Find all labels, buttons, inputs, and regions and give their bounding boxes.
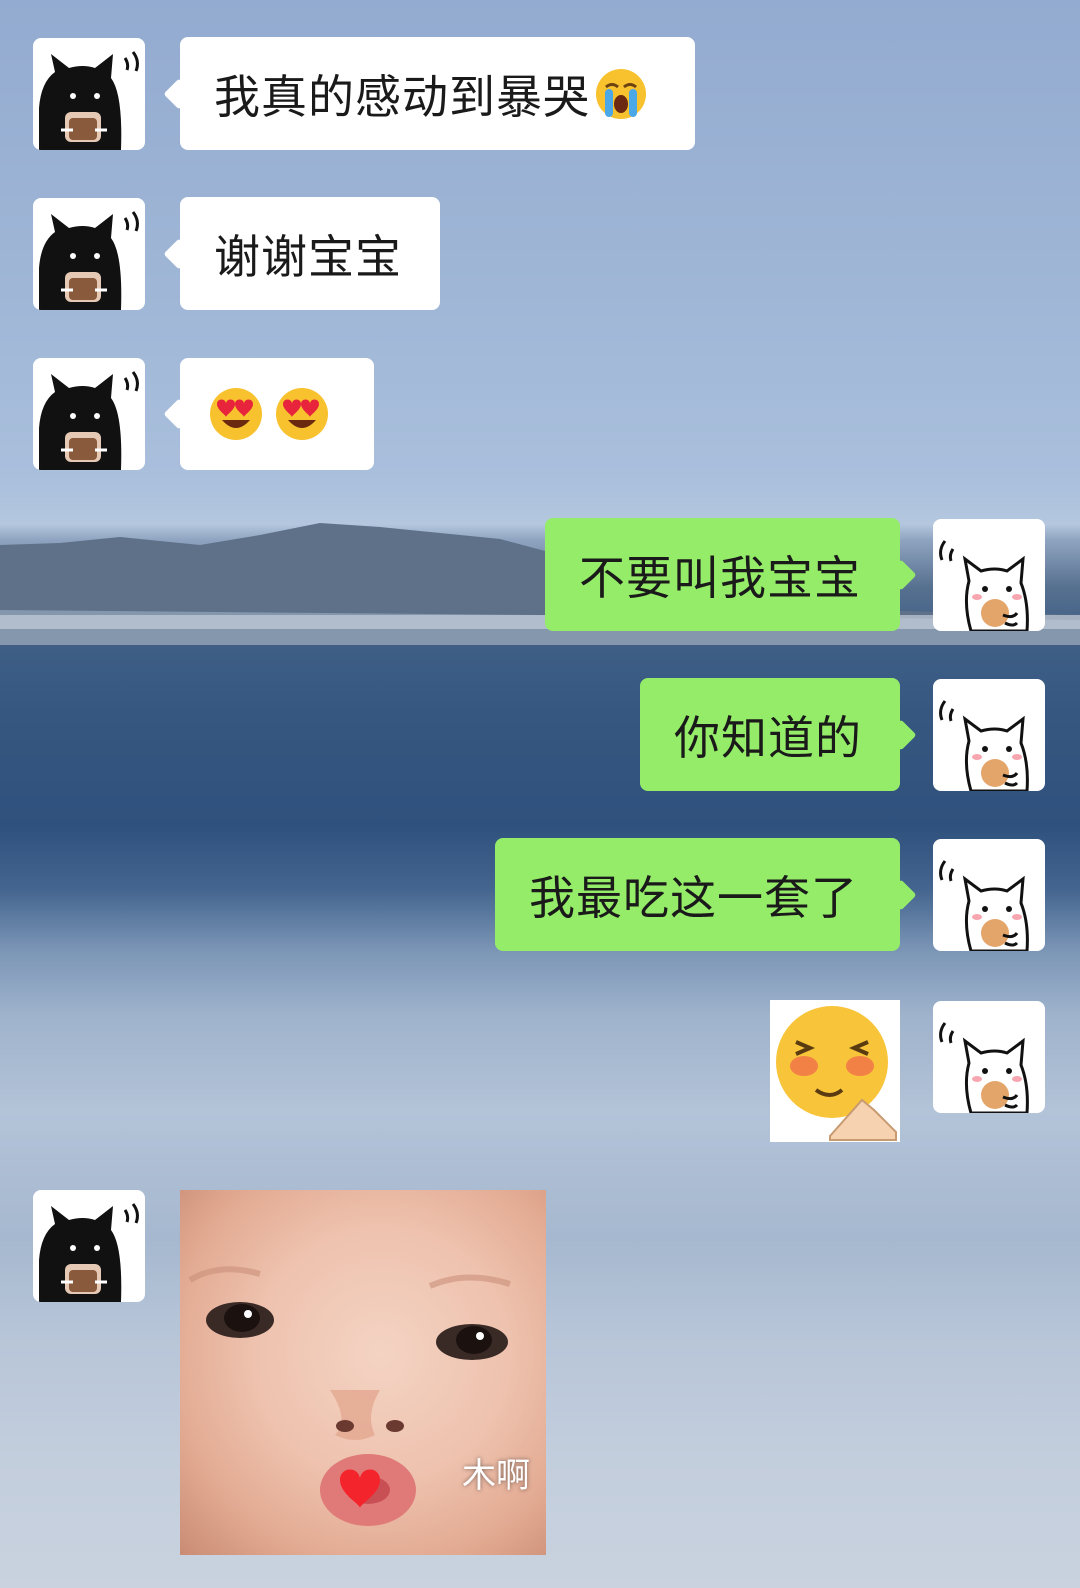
- black-cat-with-cup-avatar-icon: [39, 1203, 139, 1302]
- message-text: 我真的感动到暴哭: [214, 69, 590, 124]
- message-text: 你知道的: [674, 710, 862, 765]
- message-text: 我最吃这一套了: [529, 870, 858, 925]
- white-cat-with-cookie-avatar-icon: [939, 540, 1029, 631]
- avatar-self[interactable]: [933, 679, 1045, 791]
- message-bubble[interactable]: 我真的感动到暴哭: [180, 37, 695, 150]
- message-bubble-outgoing[interactable]: 你知道的: [640, 678, 900, 791]
- shy-blushing-face-sticker[interactable]: [770, 1000, 900, 1142]
- message-text: 谢谢宝宝: [214, 229, 402, 284]
- white-cat-with-cookie-avatar-icon: [939, 860, 1029, 951]
- emoji-message-bubble[interactable]: [180, 358, 374, 470]
- black-cat-with-cup-avatar-icon: [39, 371, 139, 470]
- black-cat-with-cup-avatar-icon: [39, 51, 139, 150]
- avatar-contact[interactable]: [33, 38, 145, 150]
- image-caption: 木啊: [462, 1456, 530, 1496]
- baby-face-photo: [188, 1266, 511, 1526]
- avatar-self[interactable]: [933, 1001, 1045, 1113]
- background-hills: [0, 523, 1080, 645]
- white-cat-with-cookie-avatar-icon: [939, 1022, 1029, 1113]
- smiling-face-with-heart-eyes-icon: [276, 388, 328, 440]
- message-bubble-outgoing[interactable]: 我最吃这一套了: [495, 838, 900, 951]
- loudly-crying-face-icon: [596, 68, 646, 119]
- avatar-self[interactable]: [933, 839, 1045, 951]
- avatar-contact[interactable]: [33, 358, 145, 470]
- image-message[interactable]: 木啊: [180, 1190, 546, 1555]
- smiling-face-with-heart-eyes-icon: [210, 388, 262, 440]
- avatar-self[interactable]: [933, 519, 1045, 631]
- message-bubble-outgoing[interactable]: 不要叫我宝宝: [545, 518, 900, 631]
- message-text: 不要叫我宝宝: [579, 550, 861, 605]
- avatar-contact[interactable]: [33, 1190, 145, 1302]
- avatar-contact[interactable]: [33, 198, 145, 310]
- message-bubble[interactable]: 谢谢宝宝: [180, 197, 440, 310]
- black-cat-with-cup-avatar-icon: [39, 211, 139, 310]
- shy-blushing-face-icon: [776, 1006, 897, 1141]
- white-cat-with-cookie-avatar-icon: [939, 700, 1029, 791]
